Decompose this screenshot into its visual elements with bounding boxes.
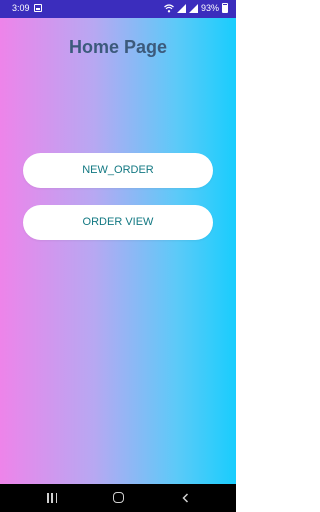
navigation-bar <box>0 484 236 512</box>
recent-apps-icon[interactable] <box>47 493 57 503</box>
battery-percent: 93% <box>200 3 219 13</box>
status-bar: 3:09 93% <box>0 0 236 18</box>
screen: 3:09 93% Home Page NEW_ORDER ORDER VIEW <box>0 0 236 512</box>
back-icon[interactable] <box>181 493 191 503</box>
signal-icon <box>176 3 186 13</box>
signal-icon <box>188 3 198 13</box>
order-view-button[interactable]: ORDER VIEW <box>23 205 213 240</box>
gallery-icon <box>34 4 42 12</box>
status-time: 3:09 <box>12 3 30 13</box>
status-icons: 93% <box>164 3 228 13</box>
battery-icon <box>222 3 228 13</box>
home-icon[interactable] <box>113 492 124 503</box>
page-title: Home Page <box>68 37 168 57</box>
wifi-icon <box>164 3 174 12</box>
new-order-button[interactable]: NEW_ORDER <box>23 153 213 188</box>
